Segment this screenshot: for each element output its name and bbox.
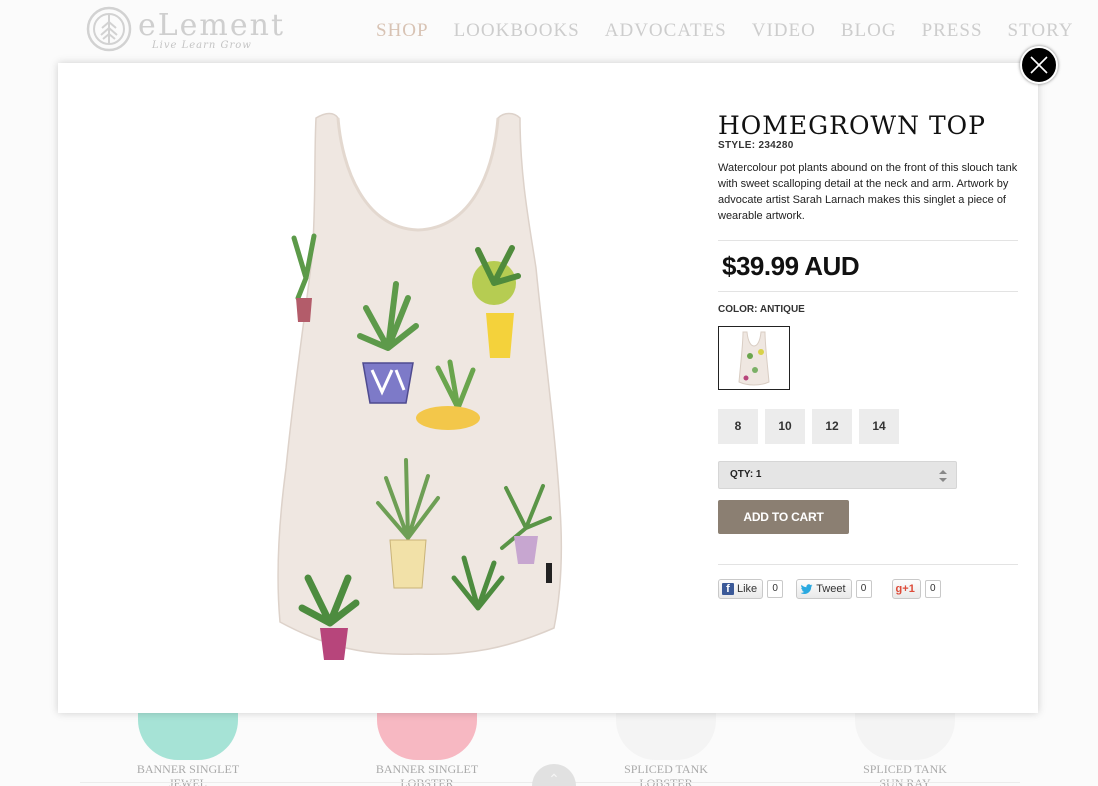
product-price: $39.99 AUD xyxy=(722,251,860,281)
google-plus-icon: g xyxy=(895,583,903,595)
style-number-value: 234280 xyxy=(758,140,794,151)
close-icon xyxy=(1030,56,1048,74)
product-name-line2: LOBSTER xyxy=(400,776,454,786)
google-plus-label: +1 xyxy=(902,583,915,595)
google-plus-count: 0 xyxy=(924,580,941,598)
add-to-cart-button[interactable]: ADD TO CART xyxy=(718,500,849,534)
nav-shop[interactable]: SHOP xyxy=(376,20,429,42)
size-option-8[interactable]: 8 xyxy=(718,409,758,444)
facebook-like-button[interactable]: f Like xyxy=(718,579,764,599)
style-number: STYLE: 234280 xyxy=(718,140,1020,151)
product-description: Watercolour pot plants abound on the fro… xyxy=(718,162,1018,222)
logo-tagline: Live Learn Grow xyxy=(152,40,252,51)
twitter-bird-icon xyxy=(800,583,813,594)
quantity-select[interactable]: QTY: 1 xyxy=(718,461,957,489)
tweet-label: Tweet xyxy=(816,583,846,595)
style-label: STYLE: xyxy=(718,140,756,151)
product-name-line2: JEWEL xyxy=(169,776,207,786)
size-selector: 8 10 12 14 xyxy=(718,409,1020,444)
facebook-like-label: Like xyxy=(737,583,758,595)
tweet-count: 0 xyxy=(855,580,872,598)
size-option-14[interactable]: 14 xyxy=(859,409,899,444)
nav-story[interactable]: STORY xyxy=(1008,20,1074,42)
product-name-line1: BANNER SINGLET xyxy=(375,762,479,776)
nav-video[interactable]: VIDEO xyxy=(752,20,816,42)
garment-label-tag xyxy=(546,563,552,583)
social-share-bar: f Like 0 Tweet 0 g +1 0 xyxy=(718,565,1020,599)
color-label: COLOR: ANTIQUE xyxy=(718,304,805,315)
nav-blog[interactable]: BLOG xyxy=(841,20,897,42)
element-logo-icon xyxy=(86,6,132,52)
logo-wordmark: eLement xyxy=(138,8,286,43)
product-details: HOMEGROWN TOP STYLE: 234280 Watercolour … xyxy=(718,111,1020,599)
product-name-line1: SPLICED TANK xyxy=(863,762,947,776)
divider xyxy=(718,291,1018,292)
nav-press[interactable]: PRESS xyxy=(922,20,983,42)
product-image xyxy=(277,112,563,660)
swatch-thumbnail-icon xyxy=(738,331,770,386)
size-option-10[interactable]: 10 xyxy=(765,409,805,444)
close-modal-button[interactable] xyxy=(1020,46,1058,84)
google-plus-button[interactable]: g +1 xyxy=(891,579,921,599)
select-arrows-icon xyxy=(939,470,947,482)
facebook-icon: f xyxy=(722,583,734,595)
facebook-like-count: 0 xyxy=(767,580,784,598)
product-name-line1: SPLICED TANK xyxy=(624,762,708,776)
site-header: eLement Live Learn Grow SHOP LOOKBOOKS A… xyxy=(0,0,1098,64)
product-quickview-modal: HOMEGROWN TOP STYLE: 234280 Watercolour … xyxy=(58,63,1038,713)
product-name-line2: SUN RAY xyxy=(879,776,931,786)
chevron-up-icon: ⌃ xyxy=(548,771,560,786)
size-option-12[interactable]: 12 xyxy=(812,409,852,444)
product-name-line2: LOBSTER xyxy=(639,776,693,786)
nav-lookbooks[interactable]: LOOKBOOKS xyxy=(454,20,580,42)
color-swatch-antique[interactable] xyxy=(718,326,790,390)
product-name-line1: BANNER SINGLET xyxy=(136,762,240,776)
site-logo[interactable]: eLement Live Learn Grow xyxy=(86,6,283,58)
tweet-button[interactable]: Tweet xyxy=(796,579,852,599)
nav-advocates[interactable]: ADVOCATES xyxy=(605,20,727,42)
main-nav: SHOP LOOKBOOKS ADVOCATES VIDEO BLOG PRES… xyxy=(376,20,1098,42)
quantity-label: QTY: 1 xyxy=(730,469,762,480)
product-title: HOMEGROWN TOP xyxy=(718,111,986,140)
